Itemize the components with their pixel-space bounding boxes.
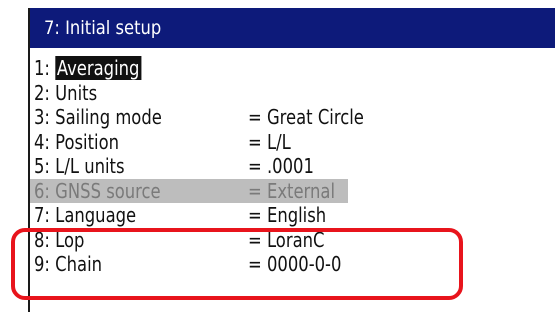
menu-item-label: 3: Sailing mode [34,105,162,129]
menu-item-averaging[interactable]: 1: Averaging [34,56,555,81]
menu-item-value: = English [248,203,327,227]
initial-setup-screen: 7: Initial setup 1: Averaging 2: Units 3… [28,8,555,312]
menu-item-label: 4: Position [34,129,120,154]
menu-item-label: 8: Lop [34,227,85,252]
menu-item-value: = .0001 [248,154,314,178]
menu-item-lop[interactable]: 8: Lop = LoranC [34,228,555,253]
menu-item-sailing-mode[interactable]: 3: Sailing mode = Great Circle [34,105,555,130]
menu-item-language[interactable]: 7: Language = English [34,203,555,228]
menu-item-value: = Great Circle [248,105,364,129]
menu-item-label: 5: L/L units [34,154,125,178]
menu-item-value: = 0000-0-0 [248,252,342,276]
menu-item-label: 6: GNSS source [34,178,161,203]
menu-item-value: = LoranC [248,227,325,252]
menu-item-label: 2: Units [34,80,98,105]
menu-item-gnss-source: 6: GNSS source = External [30,178,348,203]
menu-item-ll-units[interactable]: 5: L/L units = .0001 [34,154,555,179]
menu-item-value: = L/L [248,129,291,154]
menu-item-label: 9: Chain [34,252,103,276]
screen-title-bar: 7: Initial setup [30,8,555,48]
menu-item-units[interactable]: 2: Units [34,81,555,106]
menu-item-value: = External [248,178,335,203]
screen-title: 7: Initial setup [44,17,162,39]
setup-menu: 1: Averaging 2: Units 3: Sailing mode = … [30,56,555,277]
menu-item-position[interactable]: 4: Position = L/L [34,130,555,155]
menu-item-label: 1: Averaging [34,56,142,80]
menu-item-chain[interactable]: 9: Chain = 0000-0-0 [34,252,555,277]
menu-item-label: 7: Language [34,203,137,227]
